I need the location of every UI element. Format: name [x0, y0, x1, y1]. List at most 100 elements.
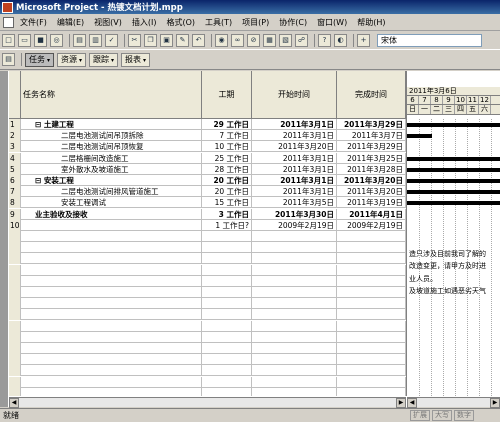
cell-id[interactable] — [9, 343, 21, 354]
cell-duration[interactable] — [202, 387, 252, 396]
cell-name[interactable] — [21, 287, 202, 298]
menu-view[interactable]: 视图(V) — [94, 17, 122, 28]
table-row[interactable]: 6 ⊟ 安装工程 20 工作日 2011年3月1日 2011年3月20日 — [9, 175, 406, 186]
format-painter-icon[interactable]: ✎ — [176, 34, 189, 47]
table-row[interactable] — [9, 320, 406, 332]
cell-start[interactable] — [252, 231, 337, 242]
cell-start[interactable]: 2011年3月1日 — [252, 175, 337, 186]
header-start[interactable]: 开始时间 — [252, 71, 337, 119]
cell-start[interactable] — [252, 387, 337, 396]
cell-duration[interactable] — [202, 354, 252, 366]
cell-duration[interactable] — [202, 320, 252, 332]
gantt-bar[interactable] — [407, 179, 500, 183]
cell-duration[interactable]: 28 工作日 — [202, 163, 252, 175]
cell-finish[interactable] — [337, 231, 406, 242]
hyperlink-globe-icon[interactable]: ◉ — [215, 34, 228, 47]
help-icon[interactable]: ? — [318, 34, 331, 47]
cell-start[interactable] — [252, 298, 337, 310]
task-info-icon[interactable]: ▦ — [263, 34, 276, 47]
cell-id[interactable]: 2 — [9, 130, 21, 142]
cell-duration[interactable]: 20 工作日 — [202, 175, 252, 186]
gantt-bar[interactable] — [407, 134, 432, 139]
cell-finish[interactable] — [337, 365, 406, 377]
resources-button[interactable]: 资源 ▾ — [57, 52, 87, 67]
table-row[interactable] — [9, 253, 406, 265]
cell-duration[interactable]: 10 工作日 — [202, 141, 252, 153]
cell-name[interactable] — [21, 320, 202, 332]
table-row[interactable]: 5 室外散水及坡道施工 28 工作日 2011年3月1日 2011年3月28日 — [9, 163, 406, 175]
menu-format[interactable]: 格式(O) — [166, 17, 195, 28]
cell-finish[interactable]: 2011年3月20日 — [337, 186, 406, 198]
cell-duration[interactable] — [202, 275, 252, 287]
cell-id[interactable]: 8 — [9, 197, 21, 209]
cell-start[interactable] — [252, 242, 337, 254]
cell-start[interactable]: 2009年2月19日 — [252, 219, 337, 231]
table-row[interactable] — [9, 309, 406, 321]
header-name[interactable]: 任务名称 — [21, 71, 202, 119]
cell-finish[interactable] — [337, 387, 406, 396]
document-icon[interactable] — [3, 16, 14, 28]
scroll-left-icon[interactable]: ◀ — [9, 398, 19, 408]
cell-id[interactable]: 1 — [9, 119, 21, 130]
table-row[interactable]: 3 二层电池测试间吊顶恢复 10 工作日 2011年3月20日 2011年3月29日 — [9, 141, 406, 153]
font-select[interactable]: 宋体 — [377, 34, 482, 47]
cell-finish[interactable] — [337, 320, 406, 332]
cell-finish[interactable] — [337, 309, 406, 321]
cell-start[interactable]: 2011年3月1日 — [252, 163, 337, 175]
table-row[interactable]: 10 1 工作日? 2009年2月19日 2009年2月19日 — [9, 219, 406, 231]
notes-icon[interactable]: ▧ — [279, 34, 292, 47]
gantt-bar[interactable] — [407, 156, 500, 161]
table-row[interactable] — [9, 365, 406, 377]
table-row[interactable]: 7 二层电池测试间排风管道施工 20 工作日 2011年3月1日 2011年3月20日 — [9, 186, 406, 198]
scroll-right-icon[interactable]: ▶ — [490, 398, 500, 408]
print-preview-icon[interactable]: ▥ — [89, 34, 102, 47]
cell-name[interactable] — [21, 365, 202, 377]
cell-finish[interactable]: 2011年3月29日 — [337, 119, 406, 130]
tasks-button[interactable]: 任务 ▾ — [25, 52, 55, 67]
cell-name[interactable] — [21, 331, 202, 343]
unlink-icon[interactable]: ⊘ — [247, 34, 260, 47]
cell-duration[interactable] — [202, 264, 252, 276]
cell-name[interactable] — [21, 275, 202, 287]
cell-id[interactable] — [9, 365, 21, 377]
cell-start[interactable] — [252, 253, 337, 265]
cell-finish[interactable]: 2011年3月7日 — [337, 130, 406, 142]
cell-start[interactable]: 2011年3月5日 — [252, 197, 337, 209]
cell-start[interactable] — [252, 275, 337, 287]
cell-id[interactable] — [9, 354, 21, 366]
table-row[interactable]: 9 业主验收及接收 3 工作日 2011年3月30日 2011年4月1日 — [9, 208, 406, 220]
cell-start[interactable] — [252, 287, 337, 298]
undo-icon[interactable]: ↶ — [192, 34, 205, 47]
cell-start[interactable]: 2011年3月1日 — [252, 186, 337, 198]
table-row[interactable] — [9, 376, 406, 388]
copy-icon[interactable]: ❐ — [144, 34, 157, 47]
cell-id[interactable]: 7 — [9, 186, 21, 198]
cell-duration[interactable]: 1 工作日? — [202, 219, 252, 231]
spelling-icon[interactable]: ✓ — [105, 34, 118, 47]
cell-name[interactable]: 室外散水及坡道施工 — [21, 163, 202, 175]
menu-help[interactable]: 帮助(H) — [357, 17, 385, 28]
cell-name[interactable]: 二层电池测试间吊顶拆除 — [21, 130, 202, 142]
table-row[interactable] — [9, 275, 406, 287]
menu-project[interactable]: 项目(P) — [242, 17, 269, 28]
cell-id[interactable] — [9, 253, 21, 265]
cell-finish[interactable] — [337, 343, 406, 354]
cell-finish[interactable]: 2011年3月19日 — [337, 197, 406, 209]
cell-duration[interactable] — [202, 287, 252, 298]
cell-start[interactable] — [252, 331, 337, 343]
table-row[interactable]: 2 二层电池测试间吊顶拆除 7 工作日 2011年3月1日 2011年3月7日 — [9, 130, 406, 142]
gantt-bar[interactable] — [407, 190, 500, 195]
cell-id[interactable] — [9, 287, 21, 298]
cell-finish[interactable]: 2011年3月28日 — [337, 163, 406, 175]
header-finish[interactable]: 完成时间 — [337, 71, 406, 119]
cut-icon[interactable]: ✂ — [128, 34, 141, 47]
cell-finish[interactable]: 2011年3月20日 — [337, 175, 406, 186]
cell-finish[interactable] — [337, 253, 406, 265]
cell-id[interactable] — [9, 231, 21, 242]
cell-name[interactable] — [21, 387, 202, 396]
cell-start[interactable] — [252, 354, 337, 366]
guide-icon[interactable]: ▤ — [2, 53, 15, 66]
cell-start[interactable]: 2011年3月1日 — [252, 152, 337, 164]
table-row[interactable]: 8 安装工程调试 15 工作日 2011年3月5日 2011年3月19日 — [9, 197, 406, 209]
cell-name[interactable] — [21, 309, 202, 321]
